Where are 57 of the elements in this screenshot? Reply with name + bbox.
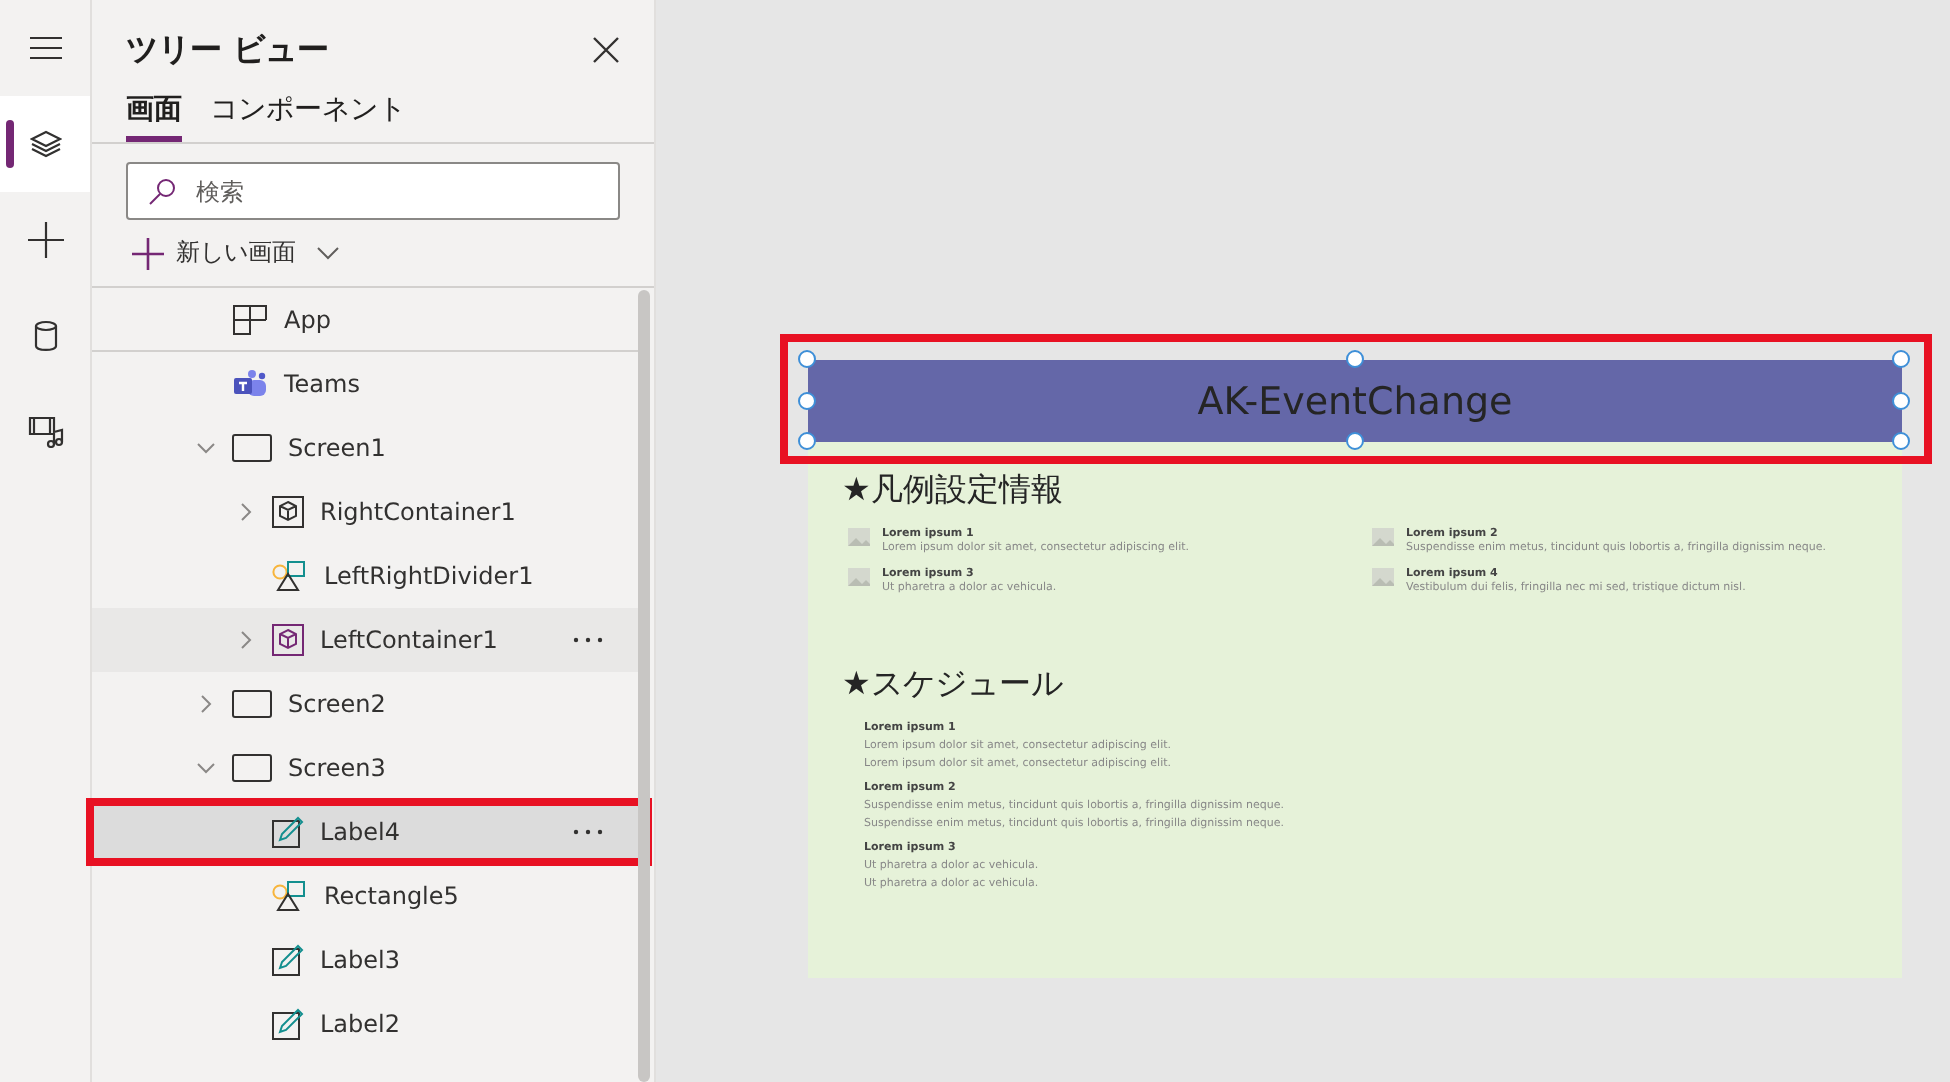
resize-handle[interactable] <box>1892 350 1910 368</box>
tree-item[interactable]: RightContainer1 <box>92 480 640 544</box>
chevron-right-icon[interactable] <box>236 630 256 650</box>
people-icon <box>232 368 268 400</box>
tree-item[interactable]: Label2 <box>92 992 640 1056</box>
media-icon <box>27 416 63 448</box>
tree-item[interactable]: Screen2 <box>92 672 640 736</box>
tree-item[interactable]: Teams <box>92 352 640 416</box>
shapes-icon <box>272 560 308 592</box>
chevron-down-icon[interactable] <box>196 758 216 778</box>
close-button[interactable] <box>590 34 622 66</box>
cube-icon <box>272 496 304 528</box>
chevron-right-icon[interactable] <box>196 694 216 714</box>
shapes-icon <box>272 880 308 912</box>
menu-icon <box>29 36 61 60</box>
rectangle-icon <box>232 434 272 462</box>
resize-handle[interactable] <box>1892 432 1910 450</box>
tree-item[interactable]: Screen1 <box>92 416 640 480</box>
tree-item[interactable]: Screen3 <box>92 736 640 800</box>
layers-icon <box>29 128 61 160</box>
section-title: ★スケジュール <box>840 662 1065 706</box>
section-title: ★凡例設定情報 <box>840 468 1065 512</box>
chevron-down-icon <box>316 245 340 261</box>
tree-item[interactable]: LeftRightDivider1 <box>92 544 640 608</box>
search-input[interactable]: 検索 <box>192 175 598 207</box>
new-screen-button[interactable]: 新しい画面 <box>92 220 654 288</box>
resize-handle[interactable] <box>1345 350 1363 368</box>
tab[interactable]: コンポーネント <box>210 92 406 142</box>
resize-handle[interactable] <box>798 432 816 450</box>
search-field[interactable]: 検索 <box>126 162 620 220</box>
pencil-icon <box>272 1008 304 1040</box>
pencil-icon <box>272 944 304 976</box>
tree-item[interactable]: Rectangle5 <box>92 864 640 928</box>
rectangle-icon <box>232 690 272 718</box>
image-icon <box>848 528 870 546</box>
more-icon[interactable] <box>572 636 604 644</box>
image-icon <box>848 568 870 586</box>
rectangle-icon <box>232 754 272 782</box>
cylinder-icon <box>33 320 57 352</box>
scrollbar[interactable] <box>638 290 650 1082</box>
resize-handle[interactable] <box>798 391 816 409</box>
resize-handle[interactable] <box>798 350 816 368</box>
tab[interactable]: 画面 <box>126 92 182 142</box>
search-icon <box>148 177 176 205</box>
tree-item[interactable]: LeftContainer1 <box>92 608 640 672</box>
image-icon <box>1372 528 1394 546</box>
tree-item[interactable]: Label3 <box>92 928 640 992</box>
panel-title: ツリー ビュー <box>126 29 330 71</box>
grid-icon <box>232 303 268 335</box>
plus-icon <box>132 237 164 269</box>
more-icon[interactable] <box>572 828 604 836</box>
pencil-icon <box>272 816 304 848</box>
chevron-down-icon[interactable] <box>196 438 216 458</box>
cube-icon <box>272 624 304 656</box>
chevron-right-icon[interactable] <box>236 502 256 522</box>
plus-icon <box>27 222 63 258</box>
image-icon <box>1372 568 1394 586</box>
